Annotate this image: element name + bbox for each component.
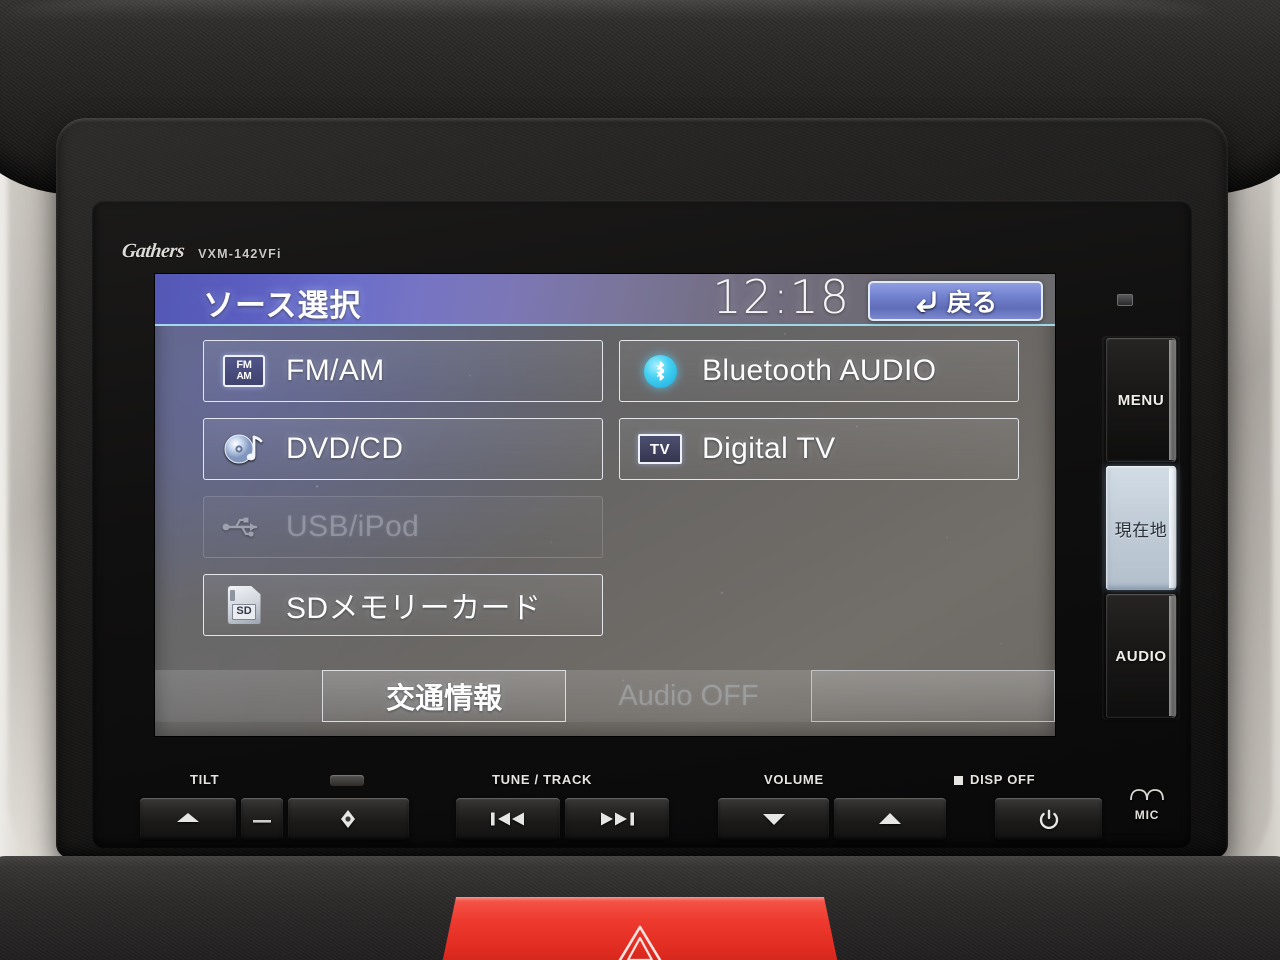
fm-am-icon-top: FM — [236, 359, 252, 371]
source-label-fm-am: FM/AM — [286, 354, 385, 387]
power-icon — [1039, 809, 1058, 830]
volume-label: VOLUME — [764, 772, 824, 787]
dash-highlight — [0, 0, 1220, 18]
audio-button[interactable]: AUDIO — [1106, 594, 1177, 718]
triangle-down-icon — [762, 814, 785, 825]
footer-empty-slot[interactable] — [810, 670, 1055, 722]
strip-gap-2 — [674, 798, 713, 840]
ir-sensor-window — [1117, 294, 1133, 306]
source-button-bluetooth-audio[interactable]: Bluetooth AUDIO — [619, 340, 1019, 402]
warning-triangle-icon — [615, 925, 665, 960]
disc-dot-icon — [341, 810, 356, 828]
source-slot-empty-2 — [619, 574, 1019, 636]
triangle-up-icon — [879, 813, 902, 824]
current-location-button[interactable]: 現在地 — [1106, 466, 1177, 590]
source-column-right: Bluetooth AUDIO TV Digital TV — [619, 340, 1019, 676]
back-button[interactable]: 戻る — [868, 281, 1043, 321]
panel-button-strip — [140, 798, 1102, 840]
disc-music-icon — [222, 432, 266, 466]
current-location-button-label: 現在地 — [1114, 520, 1168, 540]
strip-gap-3 — [951, 798, 990, 840]
audio-button-label: AUDIO — [1115, 647, 1167, 665]
tune-track-label: TUNE / TRACK — [492, 772, 593, 787]
source-column-left: FM AM FM/AM DVD/CD USB/iPod SD SDメモリーカード — [203, 340, 603, 676]
panel-label-row: TILT TUNE / TRACK VOLUME DISP OFF — [92, 772, 1192, 794]
brand-row: Gathers VXM-142VFi — [120, 240, 282, 263]
fm-am-icon: FM AM — [222, 354, 266, 388]
mic-label: MIC — [1134, 808, 1160, 822]
audio-off-button: Audio OFF — [566, 670, 810, 722]
source-label-sd-card: SDメモリーカード — [286, 592, 542, 625]
car-interior-scene: Gathers VXM-142VFi ソース選択 12:18 戻る FM AM … — [0, 0, 1280, 960]
screen-header-bar: ソース選択 12:18 戻る — [155, 274, 1055, 326]
menu-button-label: MENU — [1117, 391, 1165, 409]
disc-button[interactable] — [287, 798, 410, 840]
sd-card-icon: SD — [222, 586, 266, 624]
source-label-bluetooth-audio: Bluetooth AUDIO — [702, 354, 937, 387]
side-button-column: MENU 現在地 AUDIO — [1102, 336, 1180, 720]
source-button-fm-am[interactable]: FM AM FM/AM — [203, 340, 603, 402]
screen-footer-bar: 交通情報 Audio OFF — [155, 670, 1055, 722]
microphone-icon — [1130, 789, 1164, 801]
hazard-lights-button[interactable] — [440, 897, 840, 960]
blank-icon — [252, 820, 271, 823]
power-button[interactable] — [995, 798, 1102, 840]
traffic-info-button[interactable]: 交通情報 — [321, 670, 567, 722]
menu-button[interactable]: MENU — [1106, 338, 1177, 462]
page-title: ソース選択 — [203, 288, 362, 323]
sd-card-icon-text: SD — [232, 604, 256, 620]
clock-display: 12:18 — [712, 274, 850, 324]
track-next-button[interactable] — [565, 798, 669, 840]
skip-back-icon — [491, 812, 525, 826]
tilt-label: TILT — [190, 772, 220, 787]
return-arrow-icon — [914, 290, 938, 315]
model-number: VXM-142VFi — [198, 247, 282, 261]
skip-forward-icon — [600, 812, 634, 826]
disp-off-label: DISP OFF — [953, 772, 1036, 787]
brand-logo: Gathers — [120, 240, 186, 262]
fm-am-icon-bottom: AM — [236, 371, 252, 382]
lcd-screen[interactable]: ソース選択 12:18 戻る FM AM FM/AM DVD/CD USB/iP… — [155, 274, 1055, 736]
usb-icon — [222, 510, 266, 544]
back-button-label: 戻る — [946, 289, 997, 317]
audio-off-label: Audio OFF — [618, 679, 759, 712]
volume-up-button[interactable] — [834, 798, 947, 840]
source-label-usb-ipod: USB/iPod — [286, 510, 420, 543]
source-slot-empty-1 — [619, 496, 1019, 558]
strip-gap-1 — [414, 798, 451, 840]
source-label-digital-tv: Digital TV — [702, 432, 836, 465]
traffic-info-label: 交通情報 — [386, 683, 503, 715]
source-label-dvd-cd: DVD/CD — [286, 432, 404, 465]
source-button-dvd-cd[interactable]: DVD/CD — [203, 418, 603, 480]
source-button-digital-tv[interactable]: TV Digital TV — [619, 418, 1019, 480]
volume-down-button[interactable] — [717, 798, 830, 840]
eject-button[interactable] — [140, 798, 236, 840]
bluetooth-icon — [638, 354, 682, 388]
microphone-block: MIC — [1116, 788, 1178, 822]
tv-icon-text: TV — [649, 440, 671, 458]
track-previous-button[interactable] — [456, 798, 561, 840]
source-selection-grid: FM AM FM/AM DVD/CD USB/iPod SD SDメモリーカード… — [155, 326, 1055, 676]
tv-icon: TV — [638, 432, 682, 466]
disc-slot-indicator — [330, 775, 364, 786]
eject-icon — [176, 813, 199, 822]
source-button-sd-card[interactable]: SD SDメモリーカード — [203, 574, 603, 636]
blank-button-1[interactable] — [240, 798, 283, 840]
source-button-usb-ipod: USB/iPod — [203, 496, 603, 558]
